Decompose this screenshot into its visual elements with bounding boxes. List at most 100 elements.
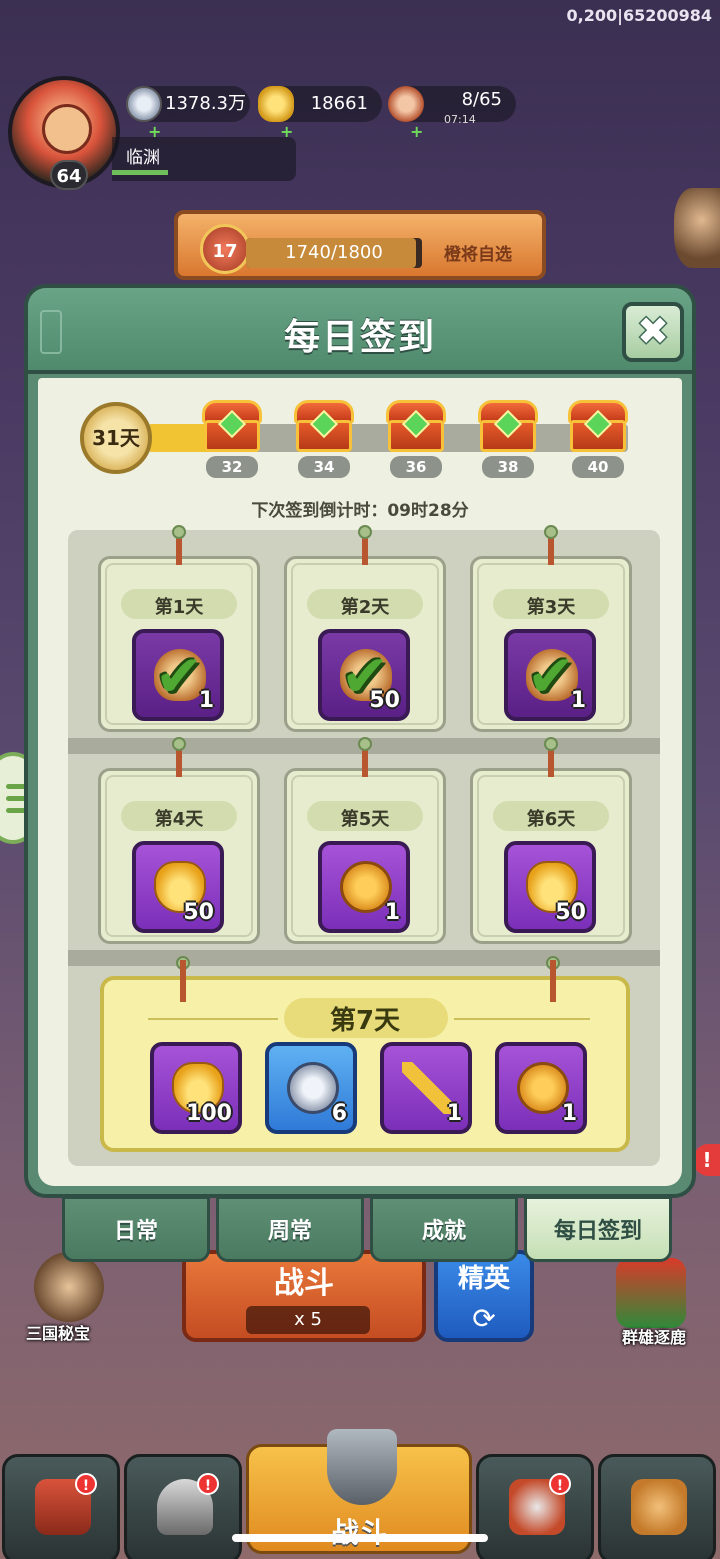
reward-quantity: 1 — [446, 1101, 462, 1126]
silver-resource[interactable]: + 1378.3万 — [126, 86, 250, 141]
milestone-day-label: 32 — [206, 456, 258, 478]
milestone-chest-icon[interactable] — [478, 400, 538, 452]
tab-daily[interactable]: 日常 — [62, 1196, 210, 1262]
battle-pass-banner[interactable]: 17 1740/1800 橙将自选 — [174, 210, 546, 280]
milestone-chest-icon[interactable] — [386, 400, 446, 452]
hang-knob-icon — [172, 525, 186, 539]
shelf-divider — [68, 950, 660, 966]
alert-badge-icon[interactable]: ! — [694, 1144, 720, 1176]
add-gold-icon[interactable]: + — [280, 114, 293, 150]
milestone-chest-icon[interactable] — [568, 400, 628, 452]
battle-button-label: 战斗 — [274, 1266, 334, 1301]
battle-shield-icon — [327, 1429, 397, 1505]
nav-alert-badge: ! — [549, 1473, 571, 1495]
close-button[interactable]: ✖ — [622, 302, 684, 362]
nav-heroes-button[interactable]: ! — [476, 1454, 594, 1559]
battle-pass-select-label[interactable]: 橙将自选 — [444, 240, 512, 265]
bottom-nav: ! ! 战斗 ! — [0, 1429, 720, 1559]
refresh-icon: ⟳ — [472, 1302, 496, 1335]
gold-resource[interactable]: + 18661 — [258, 86, 382, 141]
hang-knob-icon — [172, 737, 186, 751]
day7-reward-item-tile[interactable]: 100 — [150, 1042, 242, 1134]
battle-cost: x 5 — [246, 1306, 370, 1334]
feature-warlords-label[interactable]: 群雄逐鹿 — [622, 1324, 686, 1348]
day7-card[interactable]: 第7天 100 6 1 1 — [100, 956, 630, 1152]
day-reward-card[interactable]: 第6天 50 — [470, 737, 632, 944]
milestone-day-label: 34 — [298, 456, 350, 478]
nav-alliance-button[interactable] — [598, 1454, 716, 1559]
day7-reward-item-tile[interactable]: 1 — [380, 1042, 472, 1134]
nav-equipment-button[interactable]: ! — [124, 1454, 242, 1559]
feature-secret-treasure-label[interactable]: 三国秘宝 — [26, 1320, 90, 1344]
home-indicator[interactable] — [232, 1534, 488, 1542]
day-reward-card[interactable]: 第4天 50 — [98, 737, 260, 944]
dialog-title-bar: 每日签到 ✖ — [28, 288, 692, 374]
reward-item-tile[interactable]: ✔ 50 — [318, 629, 410, 721]
nav-alert-badge: ! — [75, 1473, 97, 1495]
day-reward-card[interactable]: 第1天 ✔ 1 — [98, 525, 260, 732]
reward-quantity: 1 — [561, 1101, 577, 1126]
hang-knob-icon — [544, 525, 558, 539]
reward-quantity: 50 — [369, 688, 400, 713]
battle-pass-progress-text: 1740/1800 — [285, 242, 383, 263]
reward-item-tile[interactable]: ✔ 1 — [504, 629, 596, 721]
add-silver-icon[interactable]: + — [148, 114, 161, 150]
rewards-area: 第7天 100 6 1 1 第1天 ✔ 1 第2天 ✔ 50 第3天 ✔ 1 第4天 50 第5天 1 第6天 5… — [68, 525, 660, 1166]
add-stamina-icon[interactable]: + — [410, 114, 423, 150]
hang-string — [180, 960, 186, 1002]
gold-amount: 18661 — [310, 93, 368, 114]
stamina-resource[interactable]: + 8/65 07:14 — [388, 86, 516, 141]
tab-achievements[interactable]: 成就 — [370, 1196, 518, 1262]
dialog-title: 每日签到 — [283, 317, 436, 358]
dialog-body: 31天 32 34 36 38 40 下次签到倒计时：09时28分 第7天 100 6 1 1… — [38, 378, 682, 1186]
day-label: 第1天 — [154, 597, 204, 618]
nav-city-button[interactable]: ! — [2, 1454, 120, 1559]
reward-quantity: 50 — [183, 900, 214, 925]
reward-quantity: 1 — [570, 688, 586, 713]
day-label: 第6天 — [526, 809, 576, 830]
day-label: 第3天 — [526, 597, 576, 618]
reward-item-tile[interactable]: 50 — [132, 841, 224, 933]
player-exp-bar — [112, 170, 168, 175]
hang-knob-icon — [544, 737, 558, 751]
reward-quantity: 1 — [384, 900, 400, 925]
reward-quantity: 6 — [331, 1101, 347, 1126]
day-label: 第4天 — [154, 809, 204, 830]
day7-reward-item-tile[interactable]: 1 — [495, 1042, 587, 1134]
signed-days-medal: 31天 — [80, 402, 152, 474]
battle-pass-progress-bar: 1740/1800 — [246, 238, 422, 268]
fist-icon — [631, 1479, 687, 1535]
day-label: 第2天 — [340, 597, 390, 618]
reward-item-tile[interactable]: 50 — [504, 841, 596, 933]
day-reward-card[interactable]: 第2天 ✔ 50 — [284, 525, 446, 732]
milestone-day-label: 36 — [390, 456, 442, 478]
day-reward-card[interactable]: 第5天 1 — [284, 737, 446, 944]
battle-cost-value: x 5 — [294, 1309, 322, 1330]
hang-knob-icon — [358, 737, 372, 751]
day7-reward-item-tile[interactable]: 6 — [265, 1042, 357, 1134]
tab-weekly[interactable]: 周常 — [216, 1196, 364, 1262]
day-reward-card[interactable]: 第3天 ✔ 1 — [470, 525, 632, 732]
player-level-badge: 64 — [50, 160, 88, 190]
warlords-banner-icon[interactable] — [616, 1258, 686, 1328]
player-avatar[interactable]: 64 — [8, 76, 120, 190]
hero-portrait-icon — [42, 104, 92, 154]
silver-amount: 1378.3万 — [165, 93, 246, 114]
milestone-chest-icon[interactable] — [202, 400, 262, 452]
reward-quantity: 1 — [198, 688, 214, 713]
reward-item-tile[interactable]: ✔ 1 — [132, 629, 224, 721]
reward-quantity: 100 — [186, 1101, 232, 1126]
player-name-bar: 临渊 — [112, 137, 296, 181]
dialog-tabs: 日常 周常 成就 每日签到 — [58, 1196, 698, 1264]
debug-id-text: 0,200|65200984 — [566, 6, 712, 25]
nav-alert-badge: ! — [197, 1473, 219, 1495]
side-hero-portrait-icon[interactable] — [674, 188, 720, 268]
day-label: 第5天 — [340, 809, 390, 830]
milestone-day-label: 40 — [572, 456, 624, 478]
reward-quantity: 50 — [555, 900, 586, 925]
milestone-day-label: 38 — [482, 456, 534, 478]
milestone-chest-icon[interactable] — [294, 400, 354, 452]
daily-signin-dialog: 每日签到 ✖ 31天 32 34 36 38 40 下次签到倒计时：09时28分 第7天… — [24, 284, 696, 1198]
tab-daily-signin[interactable]: 每日签到 — [524, 1196, 672, 1262]
reward-item-tile[interactable]: 1 — [318, 841, 410, 933]
